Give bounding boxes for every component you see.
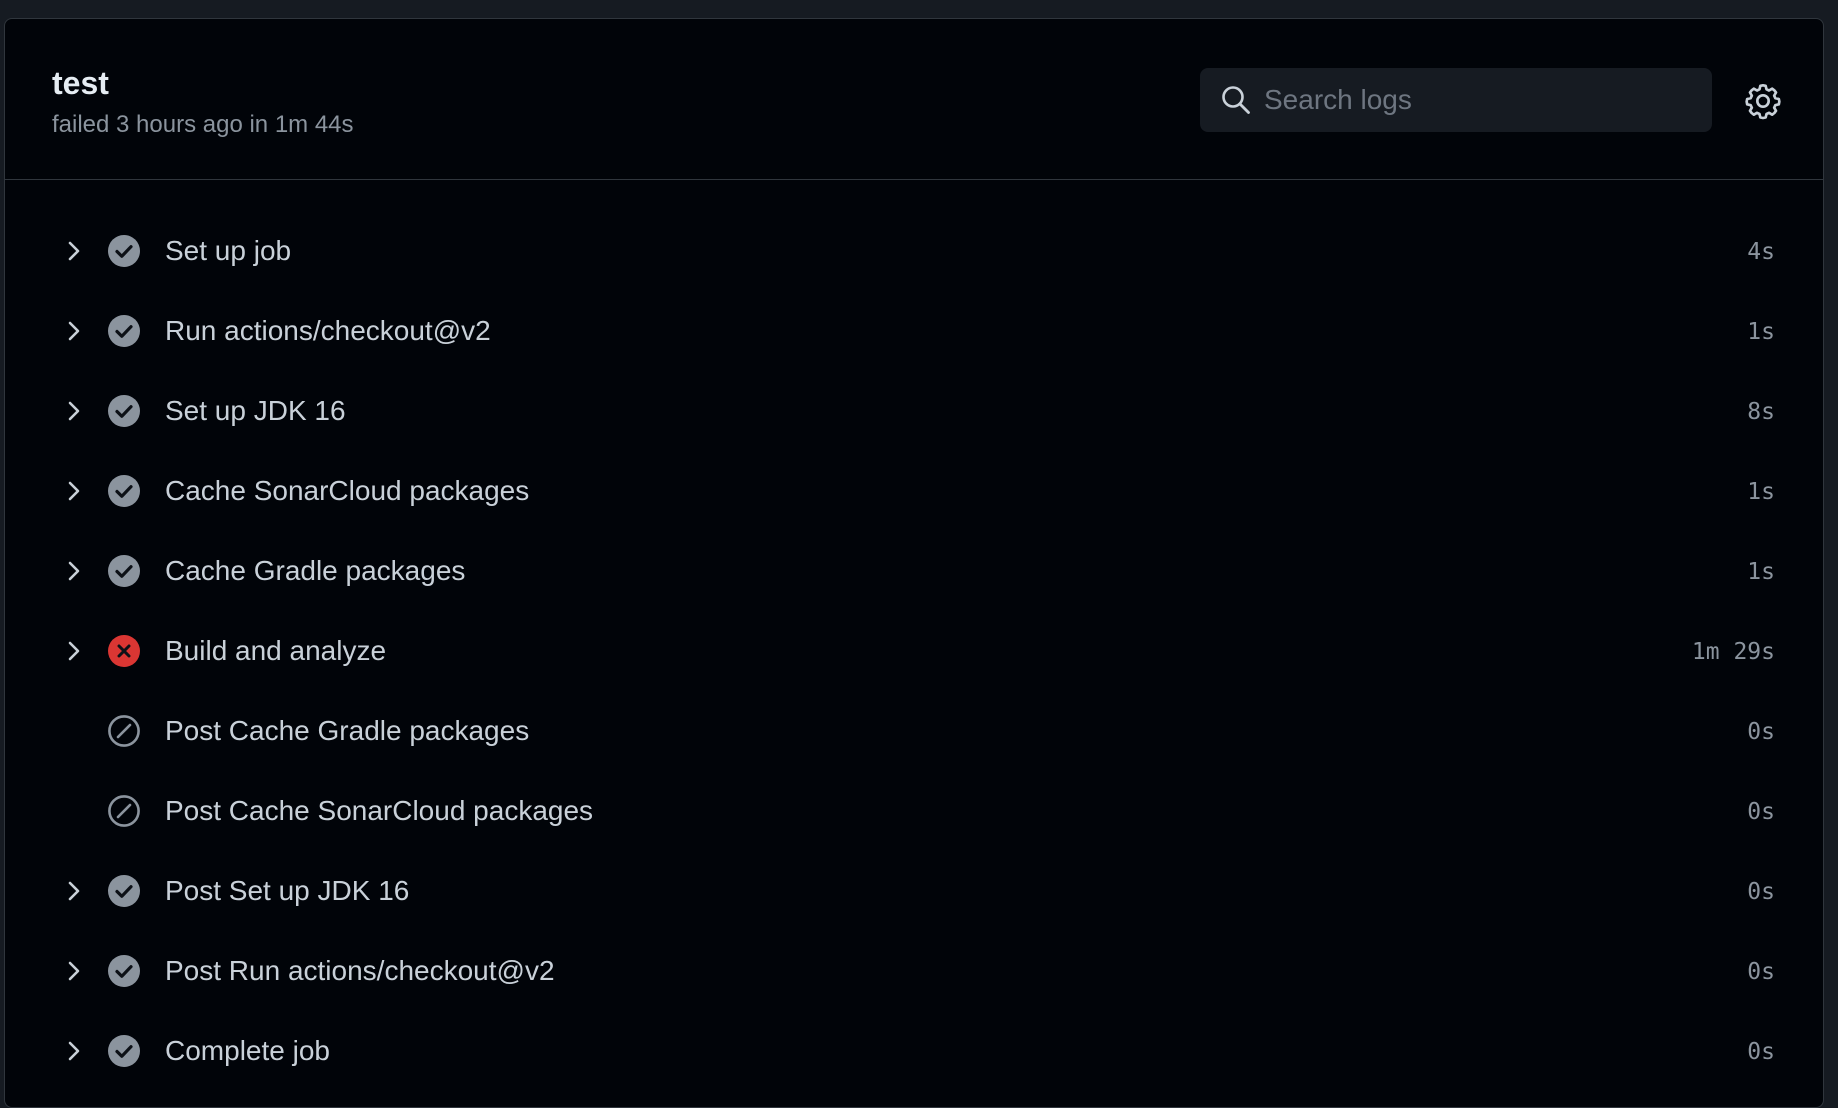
step-duration: 0s bbox=[1747, 1039, 1775, 1065]
step-name: Complete job bbox=[165, 1035, 330, 1066]
job-status-summary: failed 3 hours ago in 1m 44s bbox=[52, 111, 354, 138]
log-settings-button[interactable] bbox=[1743, 81, 1783, 121]
check-circle-icon bbox=[108, 395, 140, 427]
chevron-right-icon[interactable] bbox=[60, 477, 88, 505]
step-name: Post Set up JDK 16 bbox=[165, 875, 410, 906]
step-row-post-set-up-jdk-16[interactable]: Post Set up JDK 16 0s bbox=[5, 851, 1823, 931]
step-row-cache-sonarcloud-packages[interactable]: Cache SonarCloud packages 1s bbox=[5, 451, 1823, 531]
step-row-set-up-job[interactable]: Set up job 4s bbox=[5, 211, 1823, 291]
skipped-icon bbox=[108, 795, 140, 827]
step-name: Set up job bbox=[165, 235, 292, 266]
step-row-run-actions-checkout-v2[interactable]: Run actions/checkout@v2 1s bbox=[5, 291, 1823, 371]
chevron-right-icon[interactable] bbox=[60, 957, 88, 985]
step-duration: 8s bbox=[1747, 399, 1775, 425]
step-duration: 1s bbox=[1747, 479, 1775, 505]
step-name: Cache SonarCloud packages bbox=[165, 475, 530, 506]
step-name: Cache Gradle packages bbox=[165, 555, 466, 586]
check-circle-icon bbox=[108, 1035, 140, 1067]
job-title: test bbox=[52, 65, 109, 101]
step-row-cache-gradle-packages[interactable]: Cache Gradle packages 1s bbox=[5, 531, 1823, 611]
check-circle-icon bbox=[108, 955, 140, 987]
step-row-post-cache-sonarcloud-packages[interactable]: Post Cache SonarCloud packages 0s bbox=[5, 771, 1823, 851]
step-row-complete-job[interactable]: Complete job 0s bbox=[5, 1011, 1823, 1091]
search-logs-input[interactable] bbox=[1264, 68, 1694, 132]
step-duration: 0s bbox=[1747, 959, 1775, 985]
step-row-post-cache-gradle-packages[interactable]: Post Cache Gradle packages 0s bbox=[5, 691, 1823, 771]
step-duration: 1m 29s bbox=[1691, 639, 1775, 665]
step-duration: 1s bbox=[1747, 319, 1775, 345]
job-log-panel: test failed 3 hours ago in 1m 44s Set up… bbox=[4, 18, 1824, 1108]
chevron-right-icon[interactable] bbox=[60, 637, 88, 665]
step-name: Post Run actions/checkout@v2 bbox=[165, 955, 555, 986]
x-circle-icon bbox=[108, 635, 140, 667]
step-name: Post Cache Gradle packages bbox=[165, 715, 530, 746]
chevron-right-icon[interactable] bbox=[60, 1037, 88, 1065]
check-circle-icon bbox=[108, 315, 140, 347]
job-header: test failed 3 hours ago in 1m 44s bbox=[5, 19, 1823, 180]
chevron-right-icon[interactable] bbox=[60, 557, 88, 585]
step-name: Build and analyze bbox=[165, 635, 387, 666]
step-row-build-and-analyze[interactable]: Build and analyze 1m 29s bbox=[5, 611, 1823, 691]
step-duration: 0s bbox=[1747, 799, 1775, 825]
skipped-icon bbox=[108, 715, 140, 747]
search-icon bbox=[1222, 86, 1250, 114]
check-circle-icon bbox=[108, 235, 140, 267]
check-circle-icon bbox=[108, 475, 140, 507]
chevron-right-icon[interactable] bbox=[60, 877, 88, 905]
step-duration: 4s bbox=[1747, 239, 1775, 265]
chevron-right-icon[interactable] bbox=[60, 397, 88, 425]
step-duration: 0s bbox=[1747, 879, 1775, 905]
search-logs-box[interactable] bbox=[1200, 68, 1712, 132]
chevron-right-icon[interactable] bbox=[60, 237, 88, 265]
step-row-set-up-jdk-16[interactable]: Set up JDK 16 8s bbox=[5, 371, 1823, 451]
step-duration: 1s bbox=[1747, 559, 1775, 585]
step-name: Run actions/checkout@v2 bbox=[165, 315, 491, 346]
step-row-post-run-actions-checkout-v2[interactable]: Post Run actions/checkout@v2 0s bbox=[5, 931, 1823, 1011]
chevron-right-icon[interactable] bbox=[60, 317, 88, 345]
step-duration: 0s bbox=[1747, 719, 1775, 745]
steps-list: Set up job 4s Run actions/checkout@v2 1s S… bbox=[5, 211, 1823, 1091]
step-name: Post Cache SonarCloud packages bbox=[165, 795, 594, 826]
check-circle-icon bbox=[108, 875, 140, 907]
gear-icon bbox=[1745, 84, 1781, 120]
check-circle-icon bbox=[108, 555, 140, 587]
step-name: Set up JDK 16 bbox=[165, 395, 346, 426]
